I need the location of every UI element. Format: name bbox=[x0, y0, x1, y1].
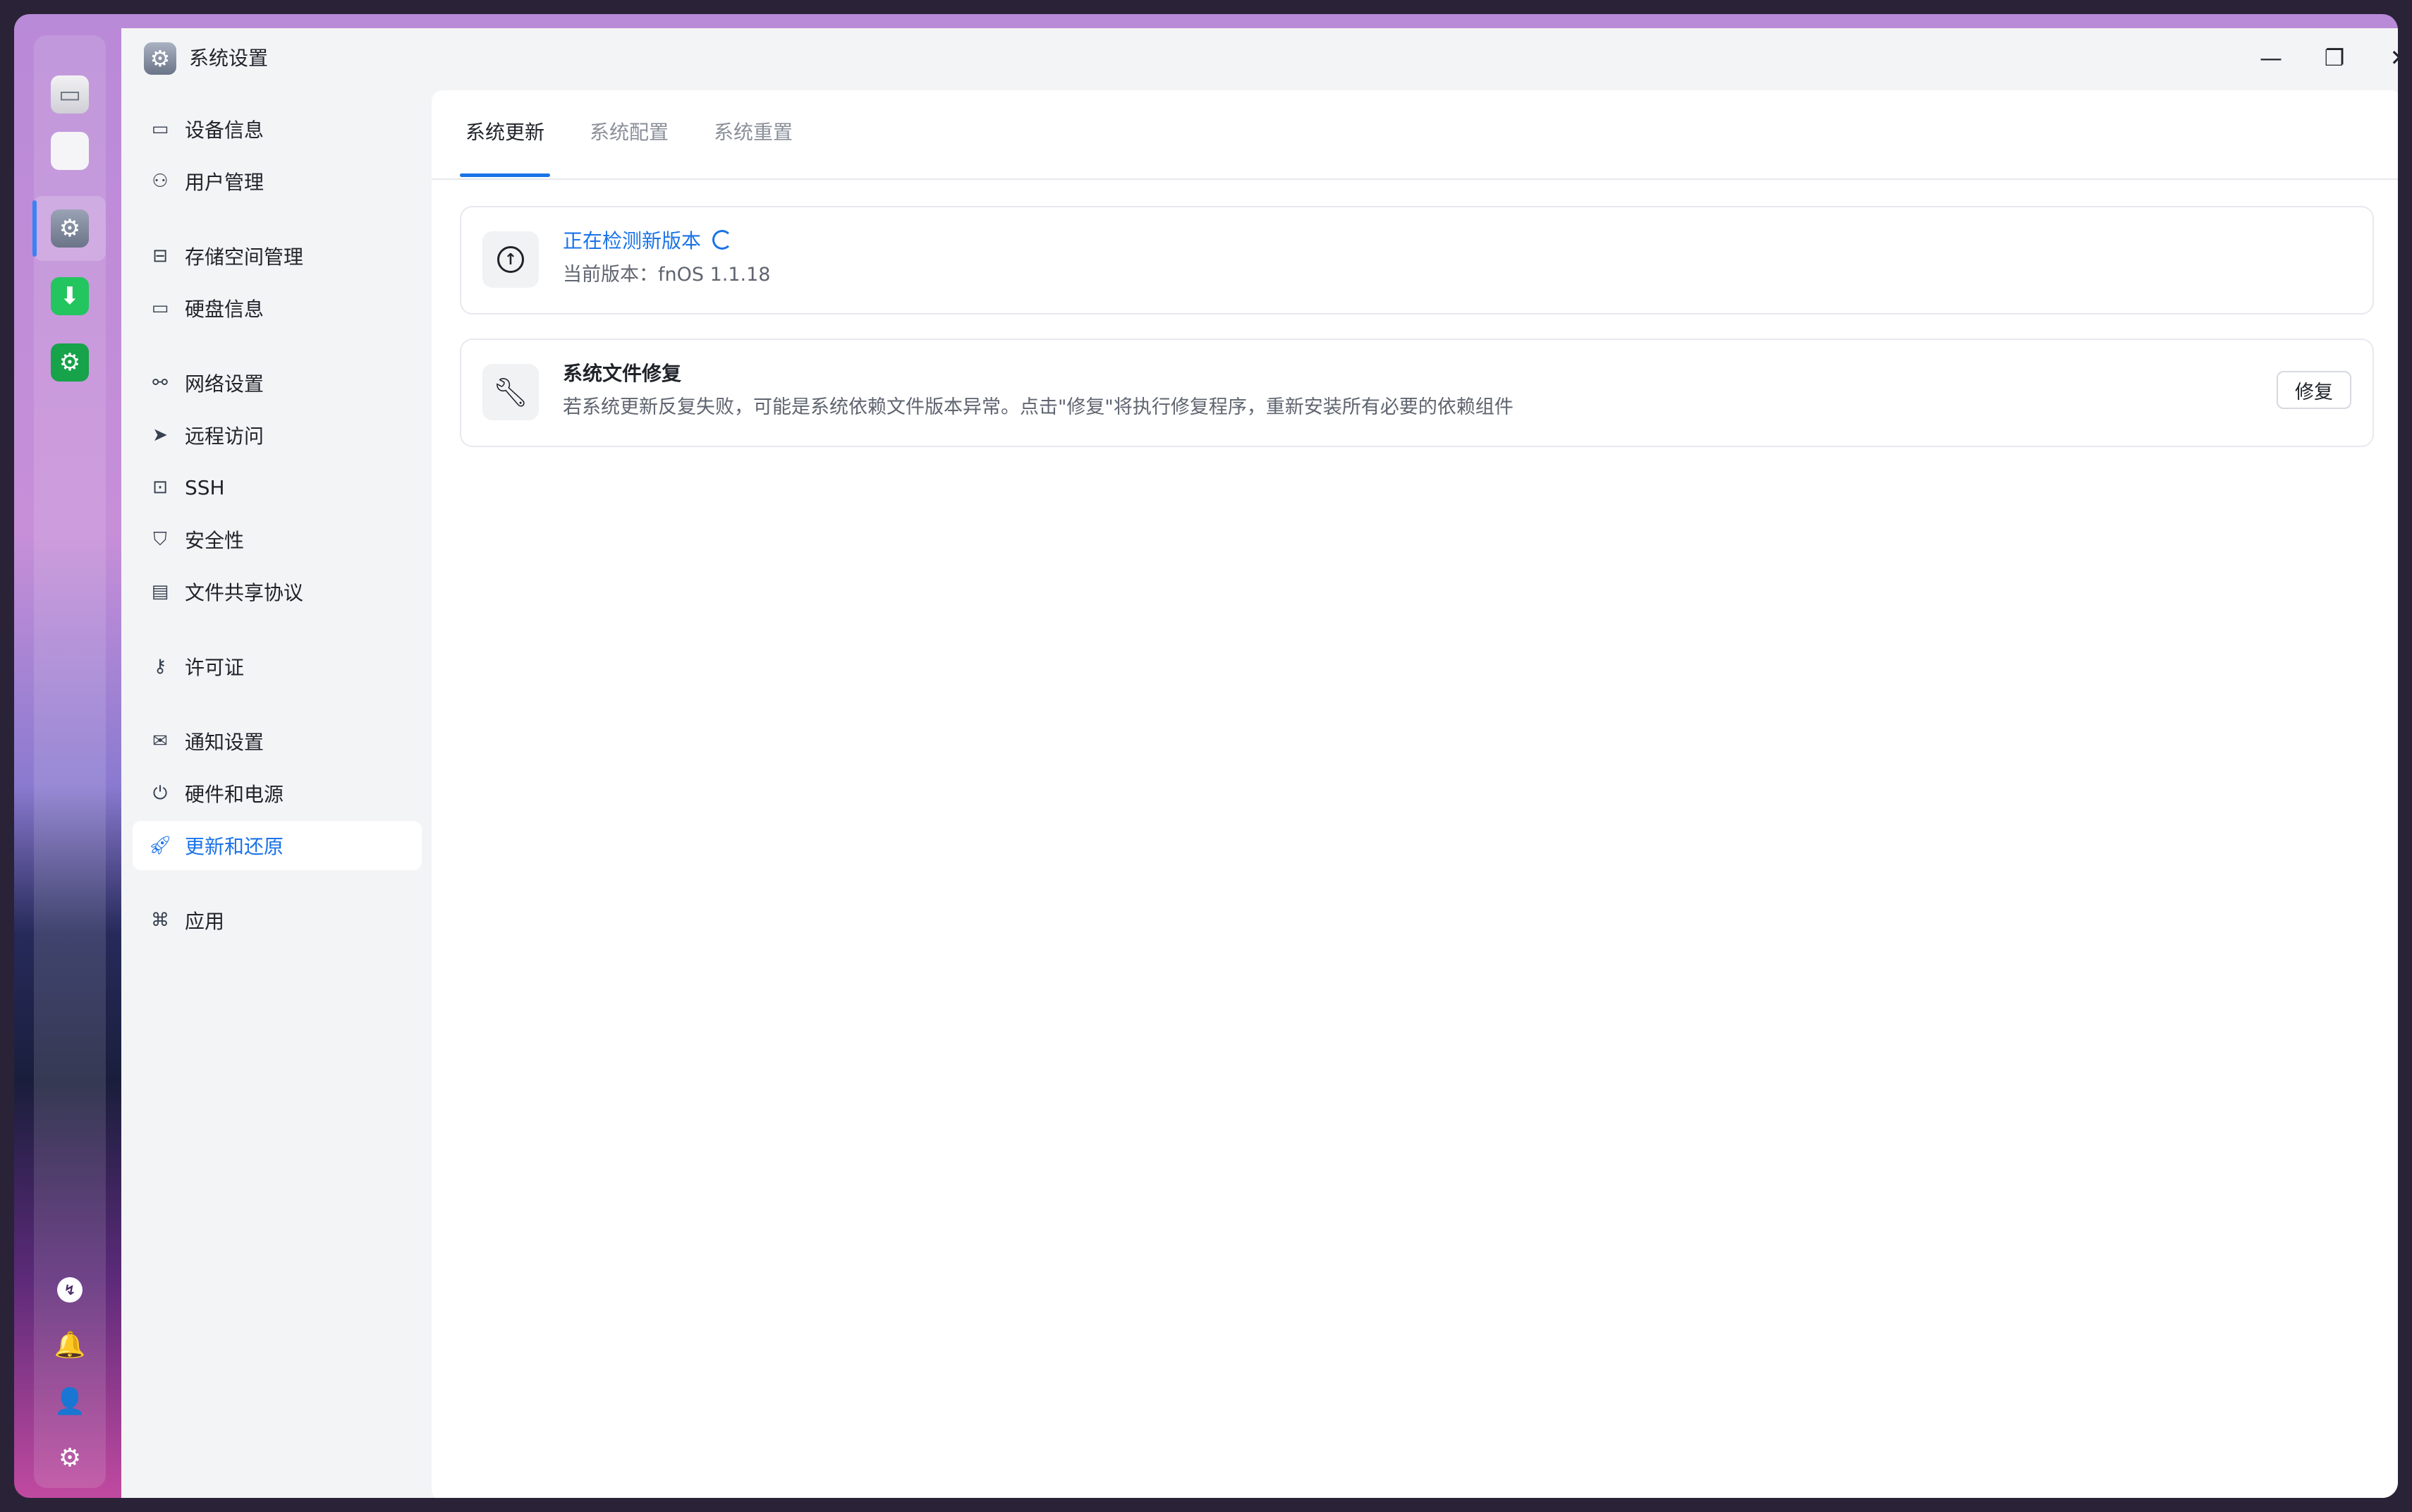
repair-card: 🔧︎ 系统文件修复 若系统更新反复失败，可能是系统依赖文件版本异常。点击"修复"… bbox=[460, 339, 2374, 447]
window-title: 系统设置 bbox=[189, 47, 269, 70]
sidebar-item-remote-access[interactable]: ➤ 远程访问 bbox=[133, 410, 422, 460]
status-icon: ↯ bbox=[57, 1277, 83, 1303]
repair-icon-box: 🔧︎ bbox=[482, 364, 539, 420]
sidebar-item-ssh[interactable]: ⊡ SSH bbox=[133, 463, 422, 512]
loading-spinner-icon bbox=[712, 230, 733, 250]
close-button[interactable]: ✕ bbox=[2378, 41, 2398, 75]
tab-system-update[interactable]: 系统更新 bbox=[465, 117, 544, 148]
gear-icon: ⚙ bbox=[51, 209, 89, 248]
dock-status[interactable]: ↯ bbox=[34, 1265, 106, 1315]
sidebar-item-user-management[interactable]: ⚇ 用户管理 bbox=[133, 157, 422, 206]
app-grid-icon bbox=[51, 132, 89, 170]
dock: ▭ ⚙ ⬇ ⚙ ↯ 🔔 👤 ⚙ bbox=[32, 35, 106, 1488]
dock-app-green[interactable]: ⚙ bbox=[34, 330, 106, 395]
window-gear-icon: ⚙ bbox=[144, 42, 176, 75]
restore-icon: ❐ bbox=[2324, 44, 2345, 71]
dock-app-monitor[interactable]: ▭ bbox=[34, 62, 106, 127]
dock-app-system-settings[interactable]: ⚙ bbox=[32, 196, 106, 261]
shield-icon: ⛉ bbox=[153, 528, 167, 550]
dock-app-download[interactable]: ⬇ bbox=[34, 264, 106, 329]
user-icon: ⚇ bbox=[152, 171, 169, 192]
sidebar-item-notifications[interactable]: ✉ 通知设置 bbox=[133, 717, 422, 766]
tab-bar: 系统更新 系统配置 系统重置 bbox=[432, 90, 2398, 180]
green-gear-icon: ⚙ bbox=[51, 343, 89, 382]
close-icon: ✕ bbox=[2390, 44, 2398, 71]
network-icon: ⚯ bbox=[152, 372, 168, 394]
desktop: ▭ ⚙ ⬇ ⚙ ↯ 🔔 👤 ⚙ ⚙ 系统设置 — ❐ ▭ 设备信息 ⚇ 用户管理… bbox=[14, 14, 2398, 1498]
sidebar-item-security[interactable]: ⛉ 安全性 bbox=[133, 515, 422, 564]
settings-content: 系统更新 系统配置 系统重置 ↑ 正在检测新版本 当前版本：fnOS 1.1.1… bbox=[432, 90, 2398, 1498]
device-icon: ▭ bbox=[151, 118, 169, 140]
repair-title: 系统文件修复 bbox=[563, 362, 682, 385]
sidebar-item-file-sharing[interactable]: ▤ 文件共享协议 bbox=[133, 567, 422, 616]
apps-icon: ⌘ bbox=[151, 910, 169, 931]
update-card: ↑ 正在检测新版本 当前版本：fnOS 1.1.18 bbox=[460, 206, 2374, 315]
sidebar-item-device-info[interactable]: ▭ 设备信息 bbox=[133, 104, 422, 154]
current-version: 当前版本：fnOS 1.1.18 bbox=[563, 264, 771, 286]
settings-icon: ⚙ bbox=[58, 1443, 82, 1473]
key-icon: ⚷ bbox=[153, 656, 167, 677]
system-settings-window: ⚙ 系统设置 — ❐ ✕ ▭ 设备信息 ⚇ 用户管理 ⊟ 存储空间管理 ▭ 硬盘… bbox=[121, 28, 2398, 1498]
file-icon: ▤ bbox=[151, 581, 169, 602]
storage-icon: ⊟ bbox=[152, 245, 168, 267]
repair-description: 若系统更新反复失败，可能是系统依赖文件版本异常。点击"修复"将执行修复程序，重新… bbox=[563, 396, 1513, 418]
tab-system-reset[interactable]: 系统重置 bbox=[714, 117, 793, 148]
active-tab-indicator bbox=[460, 173, 550, 177]
rocket-icon: 🚀︎ bbox=[148, 835, 172, 856]
power-icon: ⏻ bbox=[152, 782, 168, 804]
sidebar-item-network[interactable]: ⚯ 网络设置 bbox=[133, 358, 422, 408]
send-icon: ➤ bbox=[152, 425, 168, 446]
update-icon-box: ↑ bbox=[482, 231, 539, 288]
sidebar-item-license[interactable]: ⚷ 许可证 bbox=[133, 642, 422, 691]
update-status: 正在检测新版本 bbox=[563, 227, 733, 255]
arrow-up-circle-icon: ↑ bbox=[497, 246, 524, 273]
monitor-icon: ▭ bbox=[51, 75, 89, 114]
user-icon: 👤 bbox=[54, 1387, 86, 1416]
bell-icon: 🔔 bbox=[54, 1331, 86, 1360]
dock-notifications[interactable]: 🔔 bbox=[34, 1320, 106, 1370]
minimize-icon: — bbox=[2260, 44, 2282, 71]
dock-user[interactable]: 👤 bbox=[34, 1377, 106, 1426]
wrench-icon: 🔧︎ bbox=[492, 376, 529, 409]
tab-system-config[interactable]: 系统配置 bbox=[590, 117, 669, 148]
download-icon: ⬇ bbox=[51, 277, 89, 315]
disk-icon: ▭ bbox=[151, 298, 169, 319]
minimize-button[interactable]: — bbox=[2250, 41, 2292, 75]
ssh-icon: ⊡ bbox=[152, 477, 168, 498]
sidebar-item-disk-info[interactable]: ▭ 硬盘信息 bbox=[133, 284, 422, 333]
restore-button[interactable]: ❐ bbox=[2313, 41, 2356, 75]
sidebar-item-apps[interactable]: ⌘ 应用 bbox=[133, 896, 422, 945]
repair-button[interactable]: 修复 bbox=[2277, 371, 2351, 409]
dock-app-center[interactable] bbox=[34, 118, 106, 183]
sidebar-item-hardware-power[interactable]: ⏻ 硬件和电源 bbox=[133, 769, 422, 818]
sidebar-item-storage[interactable]: ⊟ 存储空间管理 bbox=[133, 231, 422, 281]
dock-settings[interactable]: ⚙ bbox=[34, 1433, 106, 1482]
sidebar-item-update-restore[interactable]: 🚀︎ 更新和还原 bbox=[133, 821, 422, 870]
mail-icon: ✉ bbox=[152, 731, 168, 752]
